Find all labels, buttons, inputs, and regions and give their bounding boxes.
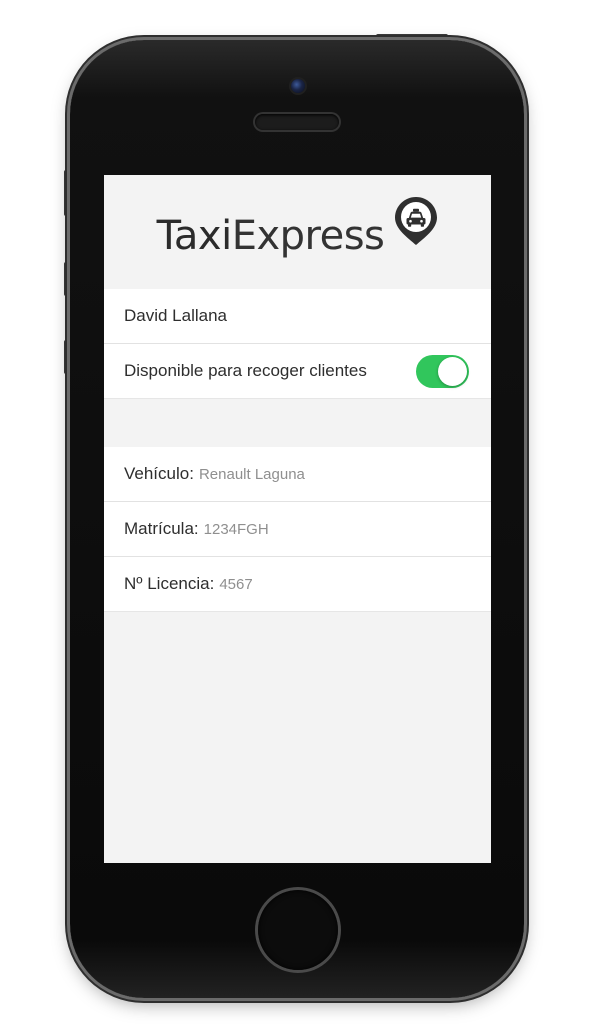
section-spacer bbox=[104, 399, 491, 447]
plate-label: Matrícula: bbox=[124, 519, 199, 538]
availability-toggle[interactable] bbox=[416, 355, 469, 388]
vehicle-value: Renault Laguna bbox=[198, 465, 305, 483]
availability-label: Disponible para recoger clientes bbox=[124, 361, 367, 380]
device-mockup: TaxiExpress David Lallana Disponible par… bbox=[0, 0, 600, 1029]
license-value: 4567 bbox=[219, 575, 253, 593]
toggle-knob bbox=[438, 357, 467, 386]
home-button[interactable] bbox=[258, 890, 338, 970]
vehicle-label: Vehículo: bbox=[124, 464, 194, 483]
driver-section: David Lallana Disponible para recoger cl… bbox=[104, 289, 491, 399]
app-header: TaxiExpress bbox=[104, 175, 491, 289]
driver-name: David Lallana bbox=[124, 306, 228, 325]
availability-row: Disponible para recoger clientes bbox=[104, 344, 491, 399]
front-camera bbox=[291, 79, 305, 93]
logo-part-express: Express bbox=[231, 213, 385, 259]
vehicle-section: Vehículo: Renault Laguna Matrícula: 1234… bbox=[104, 447, 491, 612]
taxi-pin-icon bbox=[395, 197, 438, 245]
license-label: Nº Licencia: bbox=[124, 574, 215, 593]
earpiece-speaker bbox=[255, 114, 339, 130]
plate-value: 1234FGH bbox=[203, 520, 269, 538]
app-screen: TaxiExpress David Lallana Disponible par… bbox=[104, 175, 491, 863]
app-logo: TaxiExpress bbox=[157, 213, 385, 259]
plate-row: Matrícula: 1234FGH bbox=[104, 502, 491, 557]
license-row: Nº Licencia: 4567 bbox=[104, 557, 491, 612]
vehicle-row: Vehículo: Renault Laguna bbox=[104, 447, 491, 502]
driver-name-row: David Lallana bbox=[104, 289, 491, 344]
logo-part-taxi: Taxi bbox=[156, 213, 233, 259]
